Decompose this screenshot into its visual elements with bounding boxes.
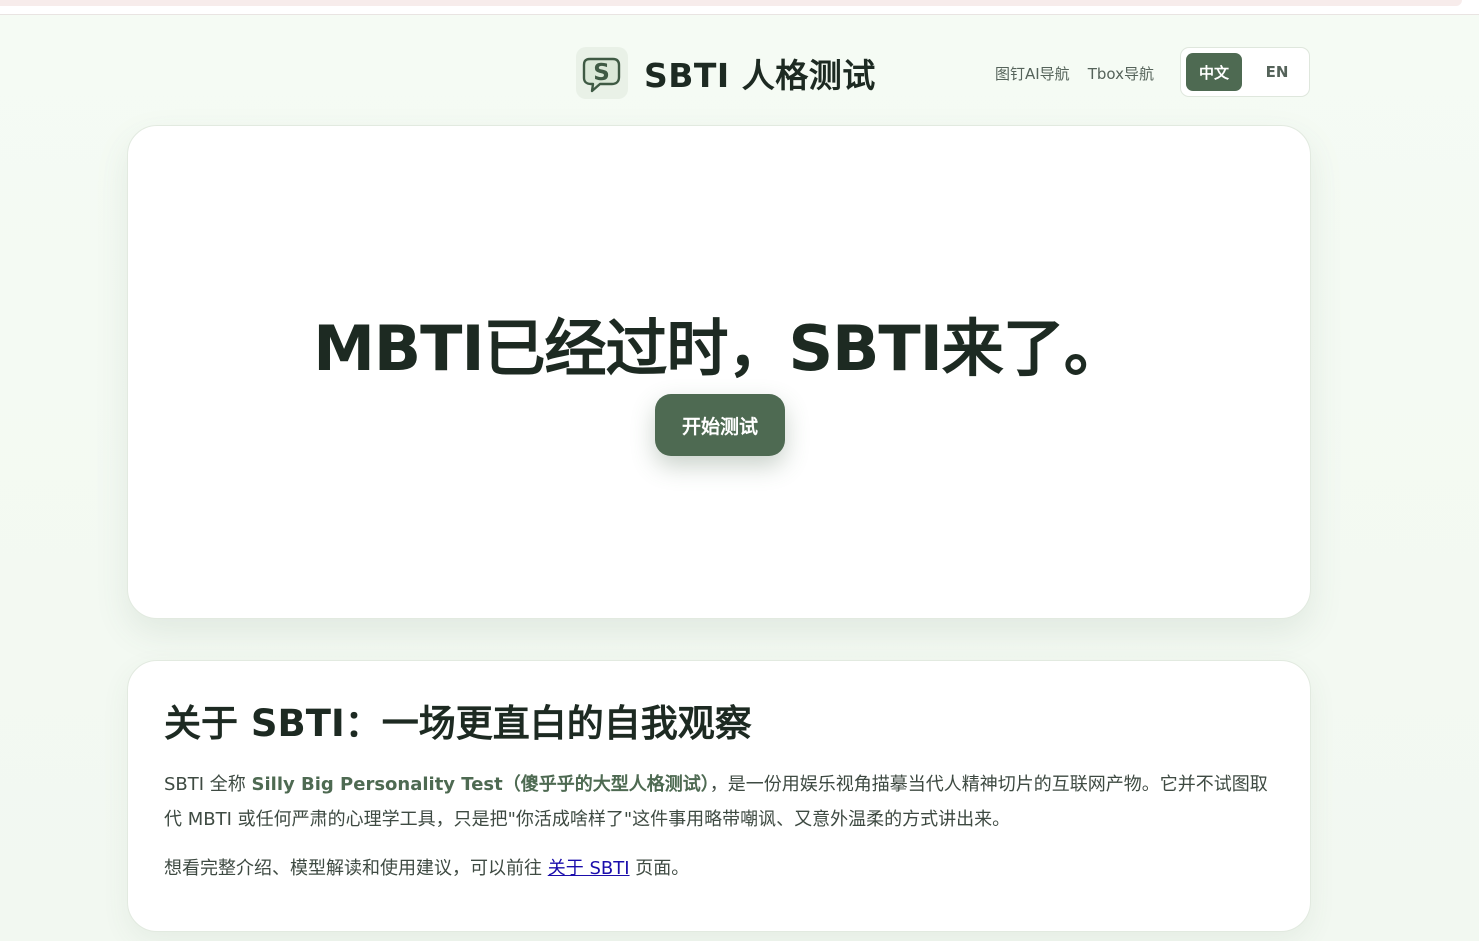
page: S SBTI 人格测试 图钉AI导航 Tbox导航 中文 EN MBTI已经过时… bbox=[0, 15, 1479, 941]
start-test-button[interactable]: 开始测试 bbox=[655, 394, 785, 456]
about-p2-prefix: 想看完整介绍、模型解读和使用建议，可以前往 bbox=[164, 858, 548, 879]
about-title: 关于 SBTI：一场更直白的自我观察 bbox=[164, 702, 752, 745]
top-nav: 图钉AI导航 Tbox导航 bbox=[995, 47, 1154, 99]
nav-link-tuding-ai[interactable]: 图钉AI导航 bbox=[995, 63, 1070, 84]
hero-title: MBTI已经过时，SBTI来了。 bbox=[313, 312, 1126, 385]
brand[interactable]: S SBTI 人格测试 bbox=[576, 47, 876, 99]
lang-button-en[interactable]: EN bbox=[1250, 53, 1304, 91]
nav-link-tbox[interactable]: Tbox导航 bbox=[1088, 63, 1154, 84]
browser-top-strip bbox=[0, 0, 1479, 15]
about-sbti-link[interactable]: 关于 SBTI bbox=[548, 858, 630, 879]
about-p1-prefix: SBTI 全称 bbox=[164, 774, 252, 795]
about-paragraph-1: SBTI 全称 Silly Big Personality Test（傻乎乎的大… bbox=[164, 767, 1274, 837]
top-strip-bar bbox=[0, 0, 1462, 6]
language-switch: 中文 EN bbox=[1180, 47, 1310, 97]
about-paragraph-2: 想看完整介绍、模型解读和使用建议，可以前往 关于 SBTI 页面。 bbox=[164, 851, 1274, 886]
about-p2-suffix: 页面。 bbox=[629, 858, 690, 879]
about-card: 关于 SBTI：一场更直白的自我观察 SBTI 全称 Silly Big Per… bbox=[127, 660, 1311, 932]
brand-title: SBTI 人格测试 bbox=[644, 56, 876, 95]
about-p1-fullname: Silly Big Personality Test（傻乎乎的大型人格测试） bbox=[251, 774, 710, 795]
speech-bubble-s-icon: S bbox=[576, 47, 628, 99]
svg-text:S: S bbox=[593, 60, 610, 86]
hero-card: MBTI已经过时，SBTI来了。 开始测试 bbox=[127, 125, 1311, 619]
lang-button-zh[interactable]: 中文 bbox=[1186, 53, 1242, 91]
